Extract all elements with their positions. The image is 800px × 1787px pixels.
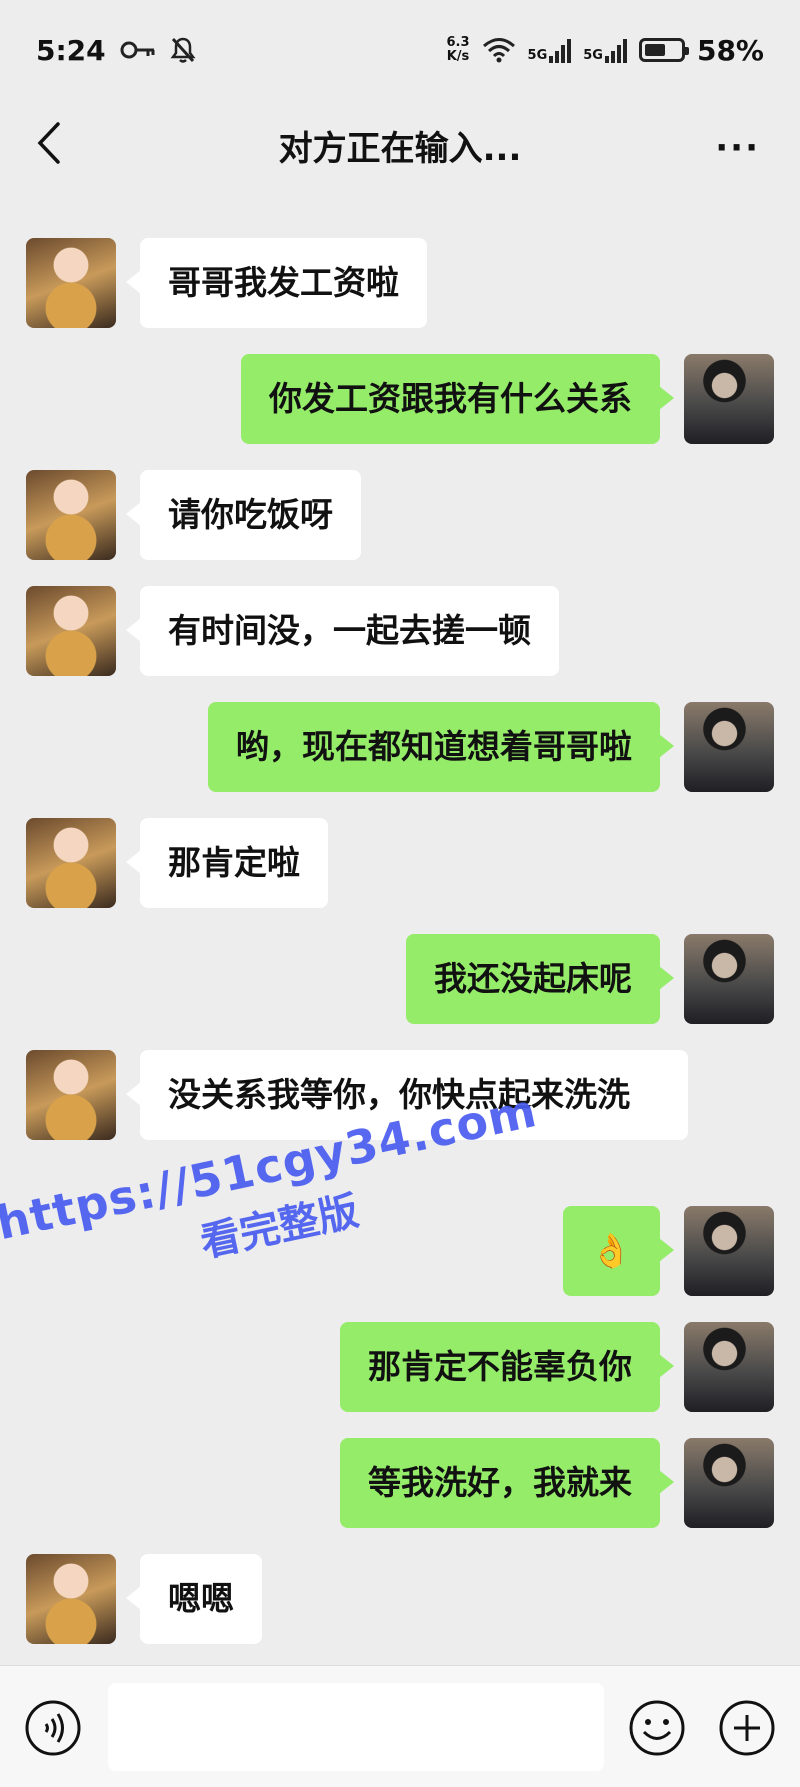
message-bubble[interactable]: 等我洗好，我就来 xyxy=(340,1438,674,1528)
key-icon xyxy=(120,41,155,59)
signal-bars-icon xyxy=(549,37,572,63)
contact-avatar[interactable] xyxy=(26,818,116,908)
self-avatar[interactable] xyxy=(684,1438,774,1528)
plus-icon xyxy=(719,1700,775,1756)
status-bar: 5:24 6.3 K/s 5G 5G 58% xyxy=(0,0,800,100)
signal-sim2: 5G xyxy=(583,37,627,63)
message-bubble[interactable]: 那肯定啦 xyxy=(126,818,328,908)
self-avatar[interactable] xyxy=(684,354,774,444)
plus-button[interactable] xyxy=(718,1699,776,1757)
contact-avatar[interactable] xyxy=(26,470,116,560)
signal-bars-icon xyxy=(604,37,627,63)
chat-title: 对方正在输入... xyxy=(278,128,522,169)
self-avatar[interactable] xyxy=(684,1206,774,1296)
voice-icon xyxy=(25,1700,81,1756)
voice-button[interactable] xyxy=(24,1699,82,1757)
signal-sim1: 5G xyxy=(528,37,572,63)
more-button[interactable]: ··· xyxy=(715,128,760,168)
contact-avatar[interactable] xyxy=(26,1050,116,1140)
title-bar: 对方正在输入... ··· xyxy=(0,100,800,190)
message-bubble[interactable]: 有时间没，一起去搓一顿 xyxy=(126,586,559,676)
message-input[interactable] xyxy=(108,1683,604,1771)
status-left: 5:24 xyxy=(36,34,196,67)
self-avatar[interactable] xyxy=(684,934,774,1024)
battery-percent: 58% xyxy=(696,33,764,67)
self-avatar[interactable] xyxy=(684,702,774,792)
message-bubble[interactable]: 嗯嗯 xyxy=(126,1554,262,1644)
sim1-label: 5G xyxy=(527,48,548,63)
self-avatar[interactable] xyxy=(684,1322,774,1412)
battery-icon xyxy=(638,38,689,62)
back-button[interactable] xyxy=(30,118,70,168)
wifi-icon xyxy=(482,38,515,63)
net-speed-value: 6.3 xyxy=(446,35,470,50)
message-bubble[interactable]: 那肯定不能辜负你 xyxy=(340,1322,674,1412)
net-speed: 6.3 K/s xyxy=(447,36,470,64)
message-bubble[interactable]: 你发工资跟我有什么关系 xyxy=(241,354,674,444)
emoji-icon xyxy=(629,1700,685,1756)
more-dots-icon: ··· xyxy=(715,128,760,168)
battery-fill xyxy=(644,44,665,56)
message-bubble[interactable]: 哟，现在都知道想着哥哥啦 xyxy=(208,702,674,792)
message-bubble[interactable]: 我还没起床呢 xyxy=(406,934,674,1024)
message-bubble[interactable]: 请你吃饭呀 xyxy=(126,470,361,560)
message-bubble[interactable]: 👌 xyxy=(562,1206,675,1296)
contact-avatar[interactable] xyxy=(26,1554,116,1644)
contact-avatar[interactable] xyxy=(26,586,116,676)
mute-bell-icon xyxy=(170,37,196,63)
emoji-button[interactable] xyxy=(628,1699,686,1757)
chat-area[interactable]: 哥哥我发工资啦 你发工资跟我有什么关系 请你吃饭呀 有时间没，一起去搓一顿 哟，… xyxy=(0,190,800,1665)
net-speed-unit: K/s xyxy=(446,49,470,64)
chevron-left-icon xyxy=(37,122,60,164)
input-bar xyxy=(0,1665,800,1787)
clock: 5:24 xyxy=(36,33,106,67)
status-right: 6.3 K/s 5G 5G 58% xyxy=(447,34,765,67)
message-bubble[interactable]: 哥哥我发工资啦 xyxy=(126,238,427,328)
sim2-label: 5G xyxy=(583,48,603,63)
contact-avatar[interactable] xyxy=(26,238,116,328)
